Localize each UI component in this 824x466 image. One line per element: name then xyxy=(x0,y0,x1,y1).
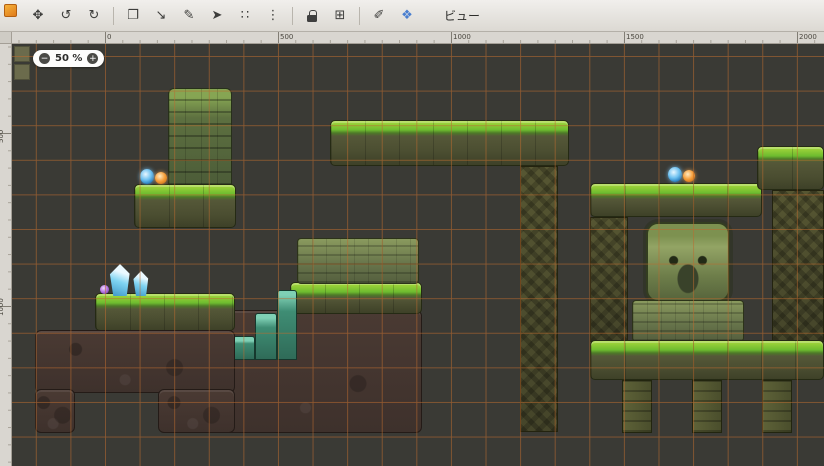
rotate-cw-tool[interactable]: ↻ xyxy=(81,3,107,29)
toolbar-items: ✥ ↺ ↻ ❐ ↘ ✎ ➤ ∷ ⋮ ⊞ ✐ ❖ xyxy=(25,3,420,29)
stair-step-1 xyxy=(233,336,255,360)
snap-tool-icon: ↘ xyxy=(156,9,167,22)
dirt-left xyxy=(35,330,235,393)
zoom-level: 50 % xyxy=(55,53,82,64)
dirt-left-leg-b xyxy=(158,389,235,433)
ruler-tick-label: 1500 xyxy=(624,33,644,41)
gem-orange-1 xyxy=(155,172,167,184)
view-menu-button[interactable]: ビュー xyxy=(432,3,492,29)
stair-step-2 xyxy=(255,313,277,360)
far-right-platform xyxy=(757,146,824,190)
pillar-1 xyxy=(622,380,652,433)
ruler-tick-label: 2000 xyxy=(797,33,817,41)
canvas-objects xyxy=(12,44,824,466)
pillar-2 xyxy=(692,380,722,433)
pillar-3 xyxy=(762,380,792,433)
ruler-tick-label: 500 xyxy=(0,130,5,143)
flip-tool[interactable]: ❐ xyxy=(120,3,146,29)
ruler-horizontal: 0 500 1000 1500 2000 xyxy=(12,32,824,44)
toolbar-separator xyxy=(292,7,293,25)
gem-orange-2 xyxy=(683,170,695,182)
gem-blue-2 xyxy=(668,167,682,182)
ruler-tick-label: 0 xyxy=(105,33,111,41)
statue-head xyxy=(646,222,730,302)
connector-tool-icon: ✐ xyxy=(374,9,385,22)
select-tool-icon: ➤ xyxy=(212,9,223,22)
tilemap-editor-window: ✥ ↺ ↻ ❐ ↘ ✎ ➤ ∷ ⋮ ⊞ ✐ ❖ ビュー 0 500 1000 1500 2000 500 100… xyxy=(0,0,824,466)
more-options[interactable]: ⋮ xyxy=(260,3,286,29)
connector-tool[interactable]: ✐ xyxy=(366,3,392,29)
select-tool[interactable]: ➤ xyxy=(204,3,230,29)
gem-purple-1 xyxy=(100,285,109,294)
stamp-tool-icon: ✎ xyxy=(184,9,195,22)
rotate-ccw-tool[interactable]: ↺ xyxy=(53,3,79,29)
more-options-icon: ⋮ xyxy=(267,9,280,22)
stamp-tool[interactable]: ✎ xyxy=(176,3,202,29)
move-tool-icon: ✥ xyxy=(33,9,44,22)
gem-blue-1 xyxy=(140,169,154,184)
snap-tool[interactable]: ↘ xyxy=(148,3,174,29)
app-icon[interactable] xyxy=(4,4,17,17)
mid-column xyxy=(520,166,558,432)
right-sub-column xyxy=(590,217,628,342)
tower-platform xyxy=(134,184,236,228)
rotate-cw-tool-icon: ↻ xyxy=(89,9,100,22)
statue-base xyxy=(632,300,744,342)
palette-tool[interactable]: ❖ xyxy=(394,3,420,29)
left-platform xyxy=(95,293,235,331)
toolbar-separator xyxy=(359,7,360,25)
crystal-1 xyxy=(108,264,132,296)
same-tile-tool-icon: ∷ xyxy=(241,9,249,22)
map-canvas[interactable]: − 50 % + xyxy=(12,44,824,466)
top-platform xyxy=(330,120,569,166)
altar-platform xyxy=(290,282,422,314)
ruler-tick-label: 500 xyxy=(278,33,293,41)
flip-tool-icon: ❐ xyxy=(127,9,139,22)
ruler-tick-label: 1000 xyxy=(451,33,471,41)
move-tool[interactable]: ✥ xyxy=(25,3,51,29)
lock-tool-icon xyxy=(307,15,317,22)
ruler-tick-label: 1000 xyxy=(0,298,5,316)
dirt-mid xyxy=(210,310,422,433)
toolbar-separator xyxy=(113,7,114,25)
palette-tool-icon: ❖ xyxy=(401,9,413,22)
transform-tool[interactable]: ⊞ xyxy=(327,3,353,29)
zoom-in-button[interactable]: + xyxy=(87,53,98,64)
right-platform xyxy=(590,183,762,217)
same-tile-tool[interactable]: ∷ xyxy=(232,3,258,29)
ruler-corner xyxy=(0,32,12,44)
origin-tile-b xyxy=(14,64,30,80)
toolbar: ✥ ↺ ↻ ❐ ↘ ✎ ➤ ∷ ⋮ ⊞ ✐ ❖ ビュー xyxy=(0,0,824,32)
transform-tool-icon: ⊞ xyxy=(335,9,346,22)
lock-tool[interactable] xyxy=(299,3,325,29)
dirt-left-leg-a xyxy=(35,389,75,433)
zoom-out-button[interactable]: − xyxy=(39,53,50,64)
mossy-tower xyxy=(168,88,232,186)
altar-block xyxy=(297,238,419,284)
bottom-right-platform xyxy=(590,340,824,380)
rotate-ccw-tool-icon: ↺ xyxy=(61,9,72,22)
zoom-control: − 50 % + xyxy=(33,50,104,67)
far-right-column xyxy=(772,190,824,342)
origin-tile-a xyxy=(14,46,30,62)
stair-step-3 xyxy=(277,290,297,360)
ruler-vertical: 500 1000 xyxy=(0,44,12,466)
